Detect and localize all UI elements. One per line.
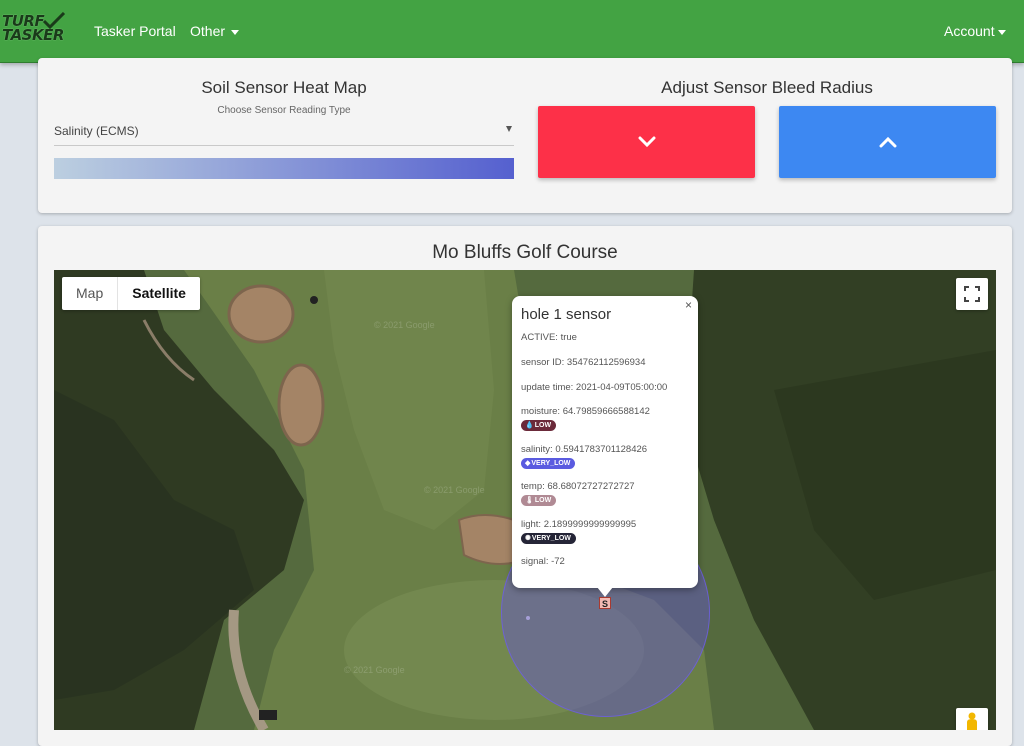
sensor-name: hole 1 sensor bbox=[521, 306, 612, 323]
heatmap-gradient-legend bbox=[54, 158, 514, 179]
logo-line2: TASKER bbox=[2, 26, 64, 44]
sensor-id: sensor ID: 354762112596934 bbox=[521, 357, 646, 368]
reading-type-label: Choose Sensor Reading Type bbox=[217, 105, 351, 116]
sensor-marker[interactable]: S bbox=[599, 597, 611, 609]
sun-icon: ✺ bbox=[525, 535, 531, 542]
salinity-badge-label: VERY_LOW bbox=[531, 460, 571, 467]
map-type-map[interactable]: Map bbox=[62, 277, 117, 310]
sensor-active: ACTIVE: true bbox=[521, 332, 577, 343]
checkmark-icon bbox=[42, 12, 66, 30]
moisture-badge: 💧LOW bbox=[521, 420, 557, 431]
salinity-badge: ◆VERY_LOW bbox=[521, 458, 576, 469]
caret-down-icon bbox=[231, 29, 240, 35]
sensor-temp: temp: 68.68072727272727 bbox=[521, 481, 635, 492]
course-title: Mo Bluffs Golf Course bbox=[432, 242, 618, 263]
gem-icon: ◆ bbox=[525, 460, 531, 467]
thermometer-icon: 🌡 bbox=[525, 497, 534, 504]
bleed-radius-title: Adjust Sensor Bleed Radius bbox=[661, 78, 873, 97]
sensor-update-time: update time: 2021-04-09T05:00:00 bbox=[521, 382, 668, 393]
reading-type-value: Salinity (ECMS) bbox=[54, 124, 139, 138]
fullscreen-icon bbox=[964, 286, 980, 302]
caret-down-icon bbox=[997, 29, 1006, 35]
droplet-icon: 💧 bbox=[525, 422, 534, 429]
sensor-info-window: × hole 1 sensor ACTIVE: true sensor ID: … bbox=[512, 296, 698, 597]
light-badge-label: VERY_LOW bbox=[531, 535, 571, 542]
temp-badge: 🌡LOW bbox=[521, 495, 557, 506]
sensor-signal: signal: -72 bbox=[521, 556, 565, 567]
turf-tasker-logo[interactable]: TURF TASKER bbox=[0, 12, 66, 46]
increase-radius-button[interactable] bbox=[779, 106, 996, 178]
satellite-map[interactable]: © 2021 Google © 2021 Google © 2021 Googl… bbox=[54, 270, 996, 730]
fullscreen-button[interactable] bbox=[956, 278, 988, 310]
course-map-card: Mo Bluffs Golf Course © 2021 Google © 20… bbox=[38, 226, 1012, 746]
nav-account-label: Account bbox=[944, 23, 995, 39]
street-view-pegman[interactable] bbox=[956, 708, 988, 730]
navbar: TURF TASKER Tasker Portal Other Account bbox=[0, 0, 1024, 63]
map-type-satellite[interactable]: Satellite bbox=[117, 277, 200, 310]
chevron-up-icon bbox=[879, 136, 896, 148]
map-watermark: © 2021 Google bbox=[424, 485, 485, 495]
heatmap-title: Soil Sensor Heat Map bbox=[201, 78, 367, 97]
chevron-down-icon bbox=[638, 136, 655, 148]
map-watermark: © 2021 Google bbox=[344, 665, 405, 675]
nav-other-dropdown[interactable]: Other bbox=[190, 22, 240, 40]
sensor-moisture: moisture: 64.79859666588142 bbox=[521, 406, 650, 417]
sensor-salinity: salinity: 0.5941783701128426 bbox=[521, 444, 648, 455]
controls-card: Soil Sensor Heat Map Choose Sensor Readi… bbox=[38, 58, 1012, 213]
decrease-radius-button[interactable] bbox=[538, 106, 755, 178]
map-type-toggle: Map Satellite bbox=[62, 277, 200, 310]
dropdown-arrow-icon bbox=[506, 126, 512, 132]
moisture-badge-label: LOW bbox=[534, 422, 552, 429]
nav-account-dropdown[interactable]: Account bbox=[944, 22, 1006, 40]
nav-other-label: Other bbox=[190, 23, 226, 39]
pegman-icon bbox=[967, 712, 977, 730]
sensor-light: light: 2.1899999999999995 bbox=[521, 519, 637, 530]
nav-tasker-portal[interactable]: Tasker Portal bbox=[94, 22, 176, 40]
info-window-tail bbox=[597, 587, 613, 597]
light-badge: ✺VERY_LOW bbox=[521, 533, 576, 544]
close-icon[interactable]: × bbox=[685, 298, 692, 312]
reading-type-select[interactable]: Salinity (ECMS) bbox=[54, 120, 514, 146]
map-watermark: © 2021 Google bbox=[374, 320, 435, 330]
temp-badge-label: LOW bbox=[534, 497, 552, 504]
